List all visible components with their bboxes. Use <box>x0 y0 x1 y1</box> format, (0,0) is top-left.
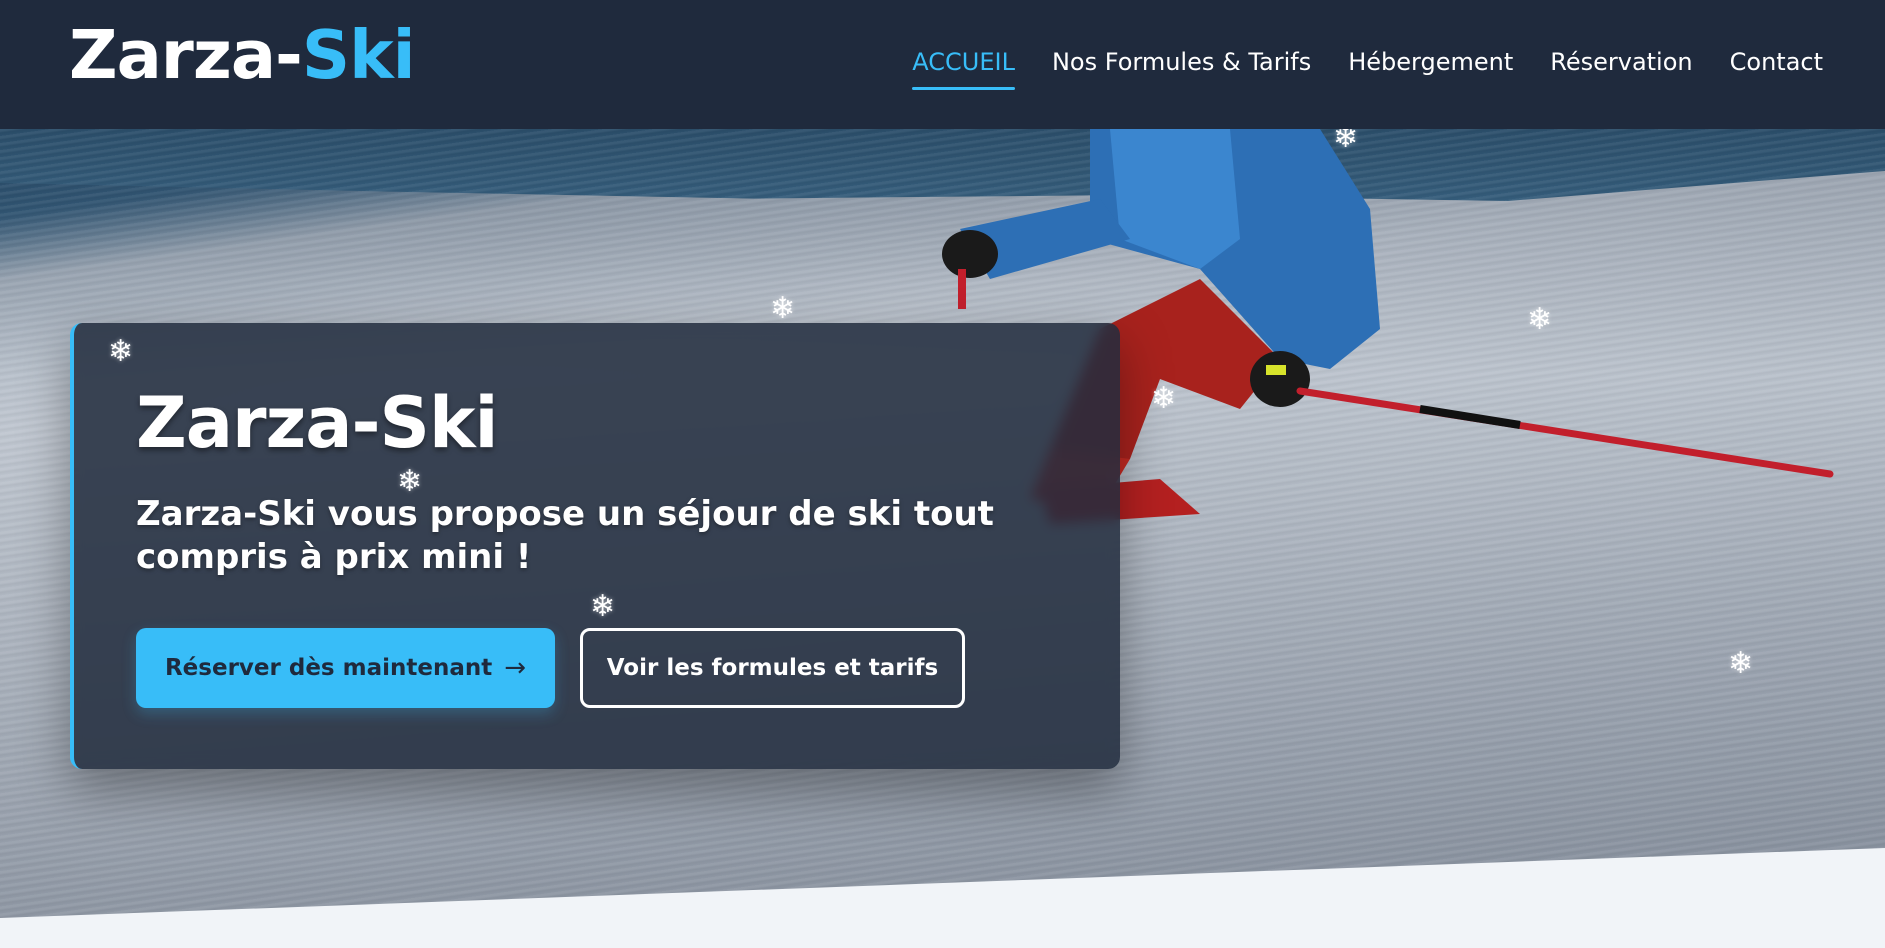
logo-text-accent: Ski <box>301 16 416 94</box>
snowflake-icon: ❄ <box>1527 302 1553 337</box>
snowflake-icon: ❄ <box>1333 129 1359 155</box>
hero-title: Zarza-Ski <box>136 382 499 464</box>
reserve-now-label: Réserver dès maintenant <box>164 655 493 681</box>
view-formulas-button[interactable]: Voir les formules et tarifs <box>580 628 965 708</box>
nav-item-formules-tarifs[interactable]: Nos Formules & Tarifs <box>1052 48 1311 76</box>
nav-item-accueil[interactable]: ACCUEIL <box>912 48 1015 90</box>
snowflake-icon: ❄ <box>590 589 616 624</box>
snowflake-icon: ❄ <box>108 334 134 369</box>
nav-item-hebergement[interactable]: Hébergement <box>1348 48 1513 76</box>
hero-subtitle: Zarza-Ski vous propose un séjour de ski … <box>136 494 994 578</box>
snowflake-icon: ❄ <box>1728 646 1754 681</box>
hero-section: Zarza-Ski Zarza-Ski vous propose un séjo… <box>0 129 1885 948</box>
reserve-now-button[interactable]: Réserver dès maintenant → <box>136 628 555 708</box>
nav-item-reservation[interactable]: Réservation <box>1550 48 1692 76</box>
snowflake-icon: ❄ <box>1151 381 1177 416</box>
main-nav: ACCUEIL Nos Formules & Tarifs Hébergemen… <box>912 48 1823 90</box>
logo-text-main: Zarza- <box>69 16 303 94</box>
site-header: Zarza-Ski ACCUEIL Nos Formules & Tarifs … <box>0 0 1885 129</box>
snowflake-icon: ❄ <box>770 291 796 326</box>
site-logo[interactable]: Zarza-Ski <box>69 22 416 89</box>
arrow-right-icon: → <box>504 653 527 683</box>
snowflake-icon: ❄ <box>397 464 423 499</box>
nav-item-contact[interactable]: Contact <box>1730 48 1823 76</box>
hero-card: Zarza-Ski Zarza-Ski vous propose un séjo… <box>70 323 1120 769</box>
